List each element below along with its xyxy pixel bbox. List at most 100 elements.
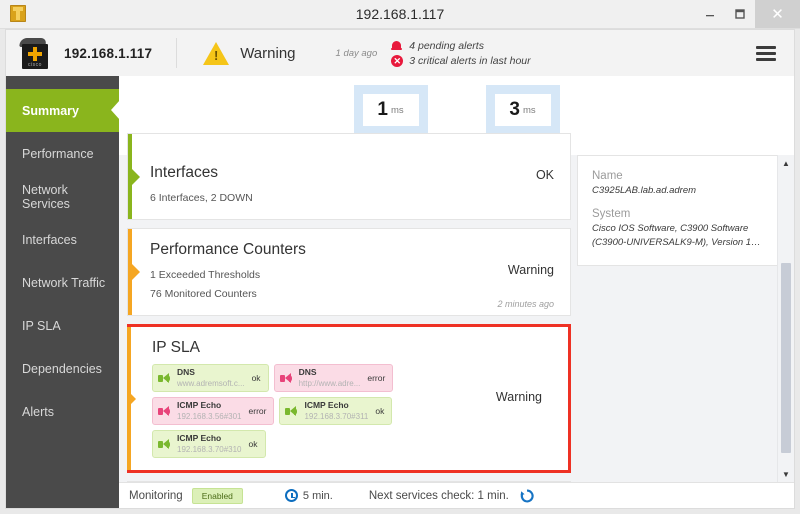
sla-item-name: ICMP Echo xyxy=(304,400,349,411)
sla-item-target: 192.168.3.70#311 xyxy=(304,411,369,421)
sla-item[interactable]: ICMP Echo 192.168.3.70#310 ok xyxy=(152,430,266,458)
sidebar-item-interfaces[interactable]: Interfaces xyxy=(6,218,119,261)
sla-item[interactable]: DNS http://www.adre... error xyxy=(273,364,394,393)
card-status: OK xyxy=(535,167,554,182)
status-bar: Monitoring Enabled 5 min. Next services … xyxy=(119,482,794,508)
sidebar-item-label: Dependencies xyxy=(22,361,102,376)
refresh-icon[interactable] xyxy=(520,489,534,503)
device-ip-label: 192.168.1.117 xyxy=(64,45,153,61)
sidebar-item-network-traffic[interactable]: Network Traffic xyxy=(6,261,119,304)
pending-alerts-label: 4 pending alerts xyxy=(409,39,484,52)
pending-alerts-row[interactable]: 4 pending alerts xyxy=(391,40,530,52)
sla-item[interactable]: ICMP Echo 192.168.3.70#311 ok xyxy=(279,397,393,426)
sidebar-item-label: Alerts xyxy=(22,404,54,419)
card-expand-arrow-icon[interactable] xyxy=(132,264,140,281)
window-controls: ✕ xyxy=(695,0,800,28)
next-check-label: Next services check: 1 min. xyxy=(368,489,509,502)
sla-item-name: DNS xyxy=(177,367,195,378)
maximize-button[interactable] xyxy=(725,0,755,28)
sidebar-item-label: Network Services xyxy=(22,182,70,211)
card-detail-line: 1 Exceeded Thresholds xyxy=(150,269,261,282)
sla-probe-icon xyxy=(158,438,171,451)
sla-item-target: http://www.adre... xyxy=(298,378,361,388)
card-detail-line: 6 Interfaces, 2 DOWN xyxy=(150,192,253,204)
card-expand-arrow-icon[interactable] xyxy=(128,390,136,407)
sla-item[interactable]: DNS www.adremsoft.c... ok xyxy=(152,364,269,393)
sidebar-item-network-services[interactable]: Network Services xyxy=(6,175,119,218)
sidebar-item-label: Interfaces xyxy=(22,232,77,247)
card-status: Warning xyxy=(507,263,554,278)
info-value: Cisco IOS Software, C3900 Software (C390… xyxy=(592,223,761,248)
sla-probe-icon xyxy=(158,372,171,385)
card-ip-sla[interactable]: IP SLA DNS www.adremsoft.c... ok DNS htt… xyxy=(127,324,571,473)
sla-item-target: www.adremsoft.c... xyxy=(177,378,245,388)
sidebar-item-label: IP SLA xyxy=(22,318,61,333)
device-status: Warning xyxy=(203,41,296,65)
kpi-avg-rtt-box: 1 ms xyxy=(353,85,428,135)
card-title: Performance Counters xyxy=(150,241,306,259)
device-header: cisco 192.168.1.117 Warning 1 day ago 4 … xyxy=(5,29,795,76)
card-list: Interfaces 6 Interfaces, 2 DOWN OK Perfo… xyxy=(119,133,571,508)
scrollbar-thumb[interactable] xyxy=(781,263,791,453)
critical-alerts-row[interactable]: ✕ 3 critical alerts in last hour xyxy=(391,54,531,67)
sla-item-state: ok xyxy=(251,373,261,384)
hamburger-menu-icon[interactable] xyxy=(756,45,776,61)
sla-item-target: 192.168.3.70#310 xyxy=(177,444,242,454)
kpi-max-rtt-box: 3 ms xyxy=(485,85,560,135)
sidebar-item-label: Network Traffic xyxy=(22,275,106,290)
info-group-name: Name C3925LAB.lab.ad.adrem xyxy=(592,170,773,197)
title-bar: 192.168.1.117 ✕ xyxy=(0,0,800,29)
sidebar-item-summary[interactable]: Summary xyxy=(6,89,130,132)
sla-probe-icon xyxy=(279,372,293,385)
clock-icon xyxy=(284,489,298,502)
info-label: Name xyxy=(592,170,623,182)
sidebar-item-label: Summary xyxy=(22,103,79,118)
info-panel: Name C3925LAB.lab.ad.adrem System Cisco … xyxy=(571,155,794,482)
main-content: 1 ms Avg RTT 3 ms Max RTT xyxy=(119,76,794,508)
header-divider-1 xyxy=(176,38,178,68)
minimize-button[interactable] xyxy=(695,0,725,28)
sla-item[interactable]: ICMP Echo 192.168.3.56#301 error xyxy=(152,397,275,426)
sla-item-list: DNS www.adremsoft.c... ok DNS http://www… xyxy=(152,364,422,458)
kpi-max-rtt-unit: ms xyxy=(522,104,536,116)
sla-item-state: ok xyxy=(248,439,258,449)
sla-item-name: ICMP Echo xyxy=(177,433,222,444)
chevron-up-icon[interactable]: ▲ xyxy=(778,155,794,171)
card-status: Warning xyxy=(495,389,542,404)
chevron-down-icon[interactable]: ▼ xyxy=(778,466,794,482)
application-window: 192.168.1.117 ✕ cisco 192.168.1.117 Warn… xyxy=(0,0,800,514)
sla-probe-icon xyxy=(285,405,298,418)
sla-item-state: ok xyxy=(375,406,385,417)
summary-content: Interfaces 6 Interfaces, 2 DOWN OK Perfo… xyxy=(119,133,794,508)
alerts-summary: 4 pending alerts ✕ 3 critical alerts in … xyxy=(391,40,531,67)
card-interfaces[interactable]: Interfaces 6 Interfaces, 2 DOWN OK xyxy=(127,133,571,221)
sidebar-item-alerts[interactable]: Alerts xyxy=(6,390,119,433)
card-detail-line: 76 Monitored Counters xyxy=(150,287,257,300)
sidebar: Summary Performance Network Services Int… xyxy=(6,76,130,508)
sidebar-item-dependencies[interactable]: Dependencies xyxy=(6,347,119,390)
card-title: Interfaces xyxy=(150,164,219,181)
cisco-router-icon: cisco xyxy=(6,37,64,69)
status-badge: Enabled xyxy=(191,487,243,504)
kpi-avg-rtt-value: 1 xyxy=(377,99,388,120)
content-scrollbar[interactable]: ▲ ▼ xyxy=(777,155,794,482)
window-title: 192.168.1.117 xyxy=(355,6,445,22)
close-button[interactable]: ✕ xyxy=(755,0,800,28)
critical-x-icon: ✕ xyxy=(391,54,404,67)
sla-item-state: error xyxy=(248,406,267,417)
card-performance-counters[interactable]: Performance Counters 1 Exceeded Threshol… xyxy=(127,228,571,317)
sidebar-item-performance[interactable]: Performance xyxy=(6,132,119,175)
monitoring-label: Monitoring xyxy=(129,489,183,502)
sidebar-item-label: Performance xyxy=(22,146,94,161)
critical-alerts-label: 3 critical alerts in last hour xyxy=(409,54,531,67)
interval-label: 5 min. xyxy=(302,489,333,502)
warning-triangle-icon xyxy=(203,41,230,65)
kpi-avg-rtt-unit: ms xyxy=(390,104,404,116)
sla-item-state: error xyxy=(367,373,386,384)
sidebar-item-ip-sla[interactable]: IP SLA xyxy=(6,304,119,347)
device-status-label: Warning xyxy=(240,44,296,62)
sla-item-name: DNS xyxy=(298,367,317,378)
info-value: C3925LAB.lab.ad.adrem xyxy=(592,185,697,196)
card-expand-arrow-icon[interactable] xyxy=(132,168,140,185)
bell-icon xyxy=(391,40,403,52)
